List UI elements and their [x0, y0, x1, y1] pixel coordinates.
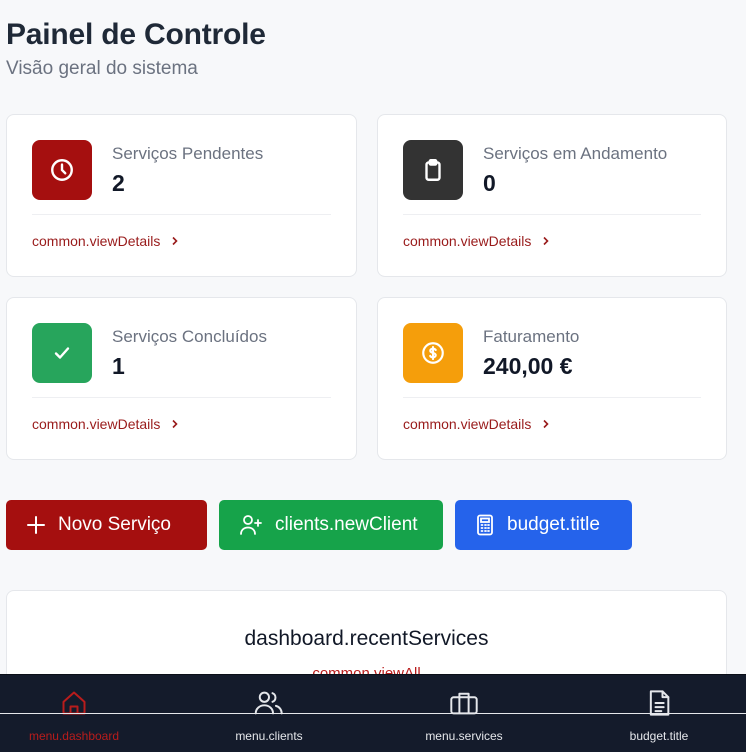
page-header: Painel de Controle Visão geral do sistem… — [6, 18, 266, 80]
stat-value: 0 — [483, 169, 496, 196]
stat-card-in-progress: Serviços em Andamento 0 common.viewDetai… — [377, 114, 727, 277]
divider — [403, 214, 701, 215]
bottom-nav: menu.dashboard menu.clients menu.service… — [0, 674, 746, 752]
stats-grid: Serviços Pendentes 2 common.viewDetails … — [6, 114, 727, 460]
quick-actions: Novo Serviço clients.newClient budget.ti… — [6, 500, 644, 550]
users-icon — [199, 689, 339, 719]
stat-label: Serviços Pendentes — [112, 143, 264, 163]
calculator-icon — [475, 514, 495, 536]
new-client-button[interactable]: clients.newClient — [219, 500, 443, 550]
new-service-button[interactable]: Novo Serviço — [6, 500, 207, 550]
plus-icon — [26, 515, 46, 535]
new-service-label: Novo Serviço — [58, 514, 171, 535]
nav-item-budget[interactable]: budget.title — [589, 689, 729, 743]
chevron-right-icon — [170, 419, 180, 429]
view-details-link[interactable]: common.viewDetails — [403, 233, 551, 249]
view-details-label: common.viewDetails — [32, 416, 161, 432]
view-details-label: common.viewDetails — [403, 233, 532, 249]
nav-item-clients[interactable]: menu.clients — [199, 689, 339, 743]
view-details-link[interactable]: common.viewDetails — [403, 416, 551, 432]
stat-label: Faturamento — [483, 326, 580, 346]
nav-label: menu.clients — [235, 729, 303, 743]
stat-card-revenue: Faturamento 240,00 € common.viewDetails — [377, 297, 727, 460]
stat-card-completed: Serviços Concluídos 1 common.viewDetails — [6, 297, 357, 460]
new-client-label: clients.newClient — [275, 514, 418, 535]
stat-value: 1 — [112, 352, 125, 379]
chevron-right-icon — [541, 236, 551, 246]
home-icon — [4, 689, 144, 719]
chevron-right-icon — [541, 419, 551, 429]
divider — [403, 397, 701, 398]
user-plus-icon — [239, 514, 263, 536]
clock-icon — [32, 140, 92, 200]
view-details-link[interactable]: common.viewDetails — [32, 233, 180, 249]
stat-value: 2 — [112, 169, 125, 196]
nav-label: menu.dashboard — [28, 729, 120, 743]
clipboard-icon — [403, 140, 463, 200]
stat-label: Serviços Concluídos — [112, 326, 267, 346]
nav-item-dashboard[interactable]: menu.dashboard — [4, 689, 144, 743]
dollar-circle-icon — [403, 323, 463, 383]
nav-item-services[interactable]: menu.services — [394, 689, 534, 743]
nav-label: menu.services — [425, 729, 503, 743]
briefcase-icon — [394, 689, 534, 719]
view-details-link[interactable]: common.viewDetails — [32, 416, 180, 432]
recent-services-title: dashboard.recentServices — [244, 627, 489, 650]
view-details-label: common.viewDetails — [403, 416, 532, 432]
check-icon — [32, 323, 92, 383]
stat-value: 240,00 € — [483, 352, 573, 379]
budget-button[interactable]: budget.title — [455, 500, 632, 550]
stat-label: Serviços em Andamento — [483, 143, 668, 163]
page-subtitle: Visão geral do sistema — [6, 58, 198, 79]
nav-label: budget.title — [629, 729, 689, 743]
nav-divider — [0, 713, 746, 714]
view-details-label: common.viewDetails — [32, 233, 161, 249]
divider — [32, 214, 331, 215]
budget-label: budget.title — [507, 514, 600, 535]
stat-card-pending: Serviços Pendentes 2 common.viewDetails — [6, 114, 357, 277]
document-icon — [589, 689, 729, 719]
divider — [32, 397, 331, 398]
chevron-right-icon — [170, 236, 180, 246]
page-title: Painel de Controle — [6, 18, 266, 51]
